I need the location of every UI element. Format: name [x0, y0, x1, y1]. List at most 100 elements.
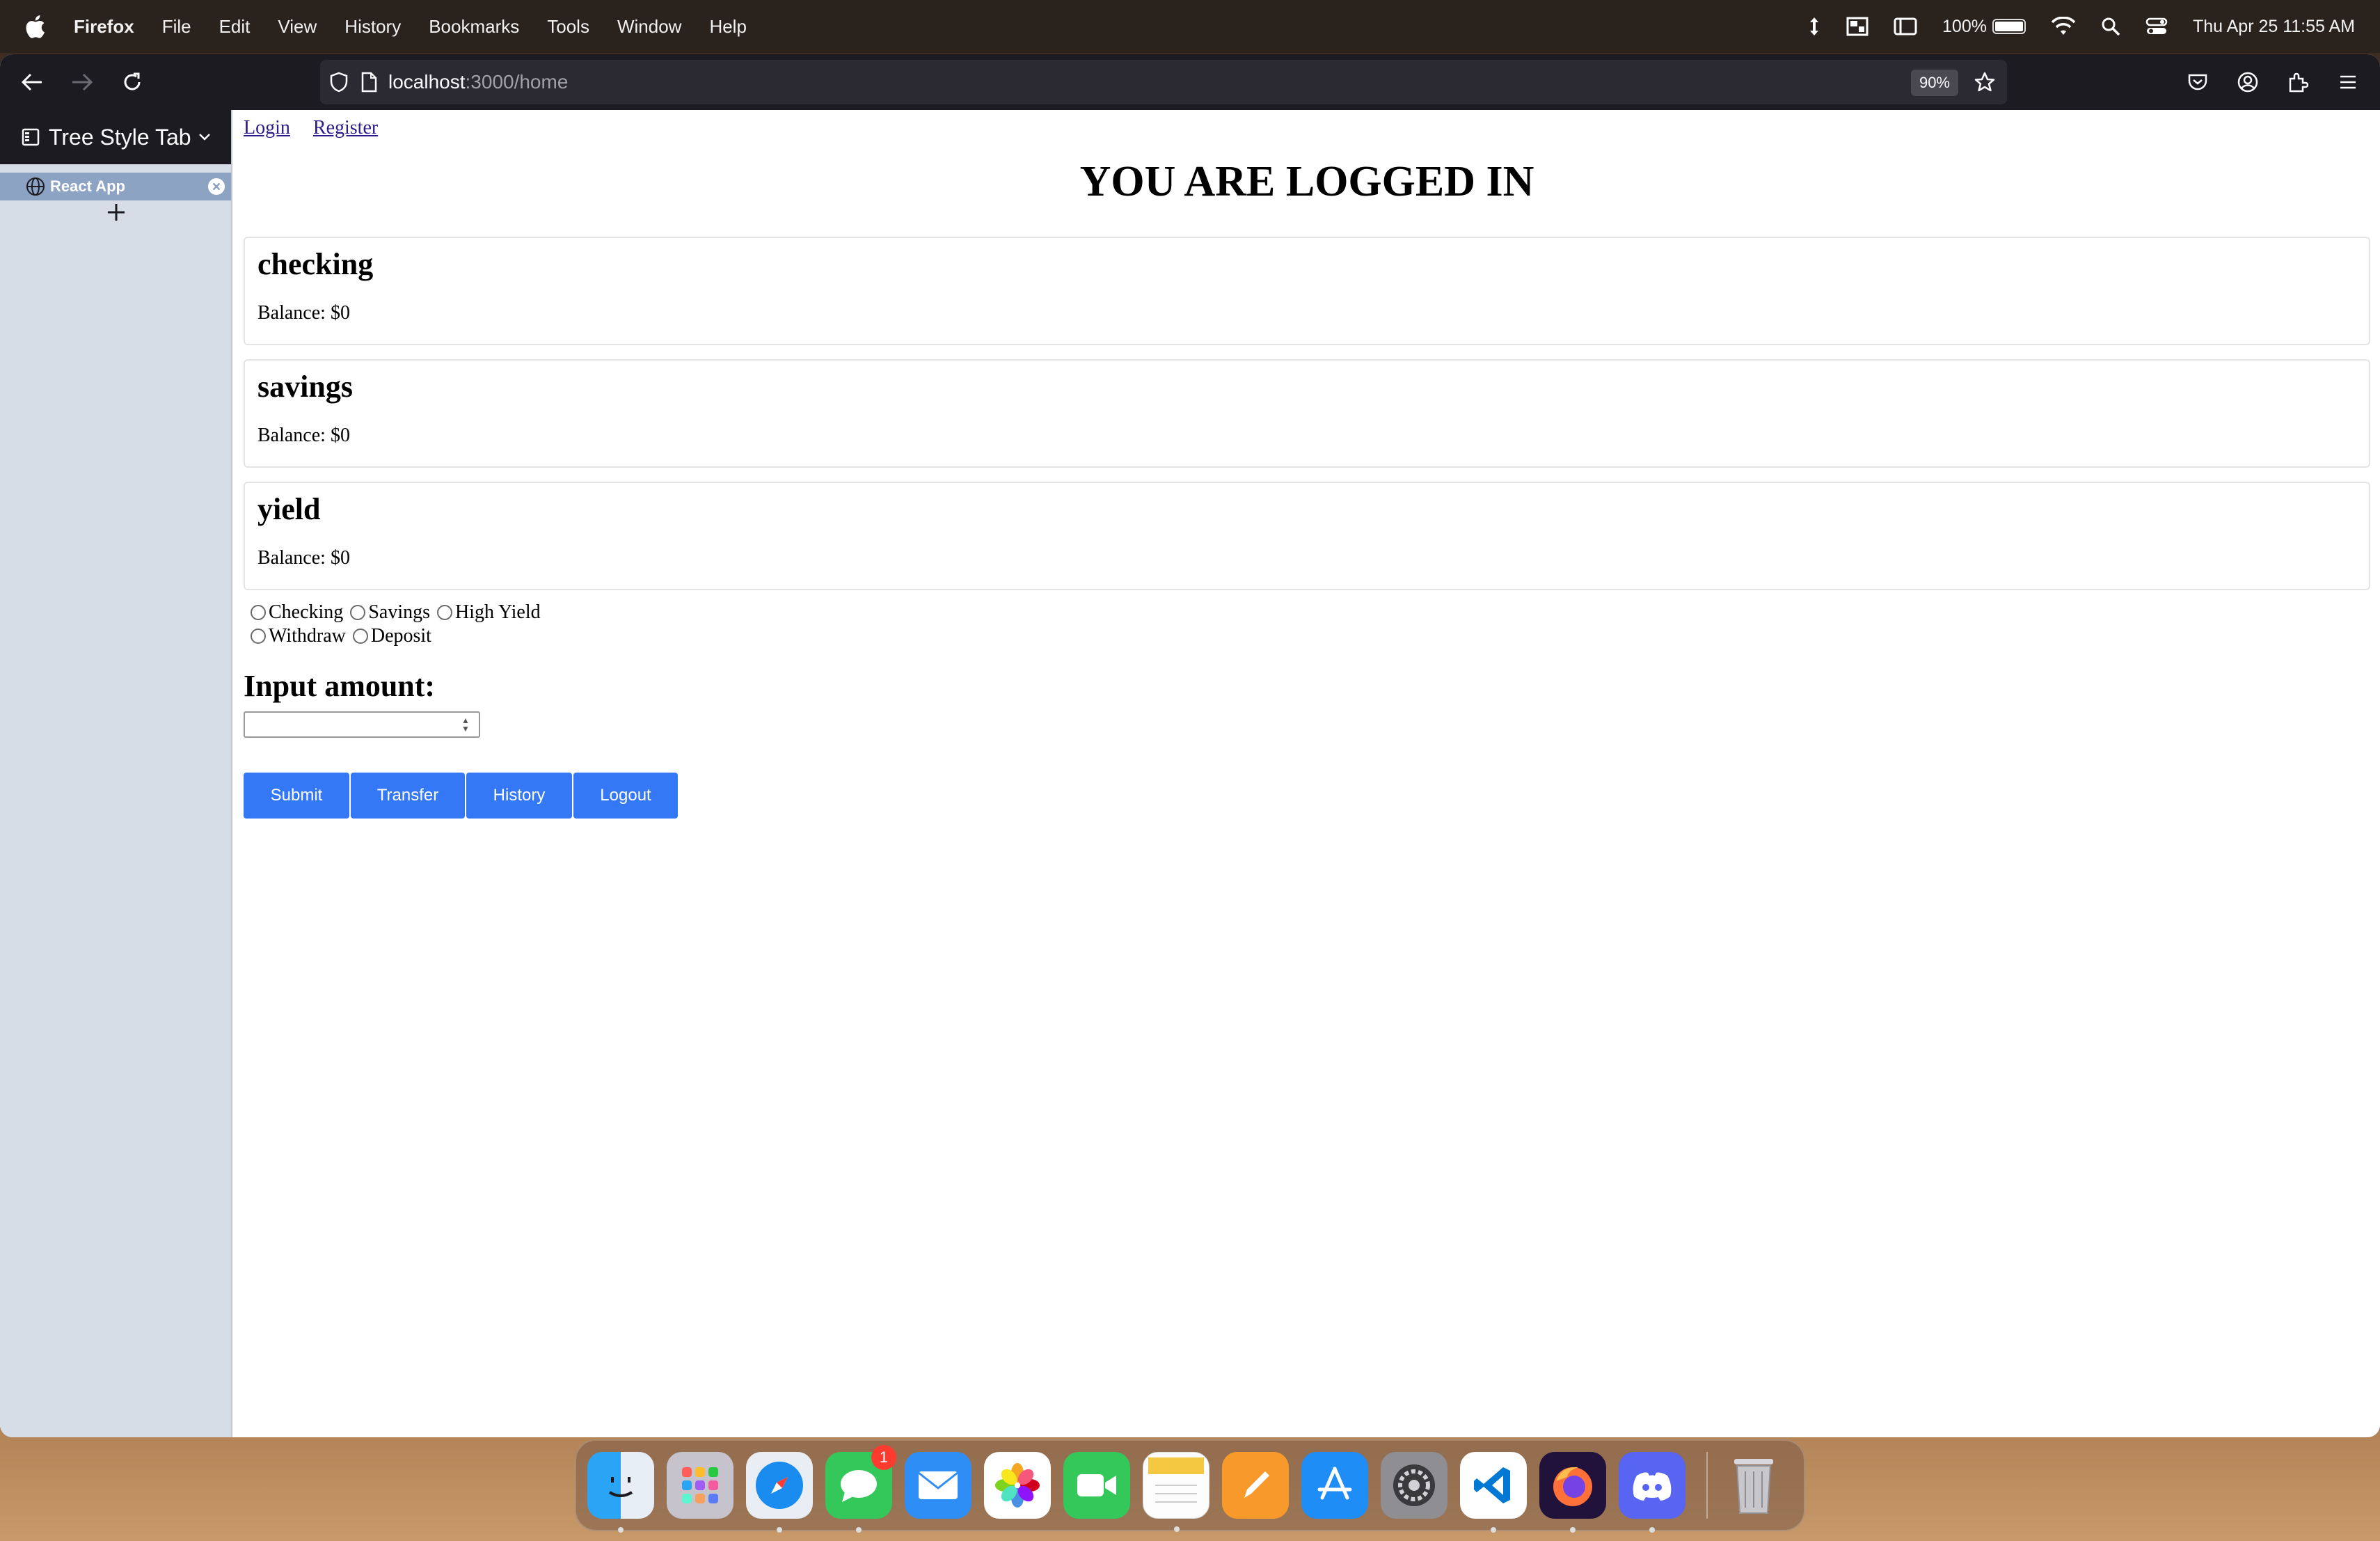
safari-icon[interactable]	[746, 1452, 813, 1533]
amount-stepper[interactable]: ▲ ▼	[455, 714, 476, 735]
discord-icon[interactable]	[1619, 1452, 1685, 1533]
account-card-checking: checking Balance: $0	[244, 237, 2370, 345]
sidebar-title: Tree Style Tab	[49, 124, 191, 150]
register-link[interactable]: Register	[313, 117, 378, 139]
trash-icon[interactable]	[1720, 1452, 1787, 1519]
launchpad-grid-icon	[682, 1467, 718, 1503]
wifi-icon[interactable]	[2051, 17, 2076, 36]
window-layout-icon[interactable]	[1846, 17, 1869, 36]
pages-icon[interactable]	[1222, 1452, 1289, 1519]
firefox-logo-icon	[1553, 1467, 1592, 1506]
history-button[interactable]: History	[466, 773, 572, 819]
finder-icon[interactable]	[587, 1452, 654, 1533]
macos-menubar: Firefox File Edit View History Bookmarks…	[0, 0, 2380, 53]
menu-app-name[interactable]: Firefox	[74, 16, 134, 38]
radio-label-deposit[interactable]: Deposit	[371, 625, 431, 647]
radio-checking[interactable]	[251, 605, 266, 620]
menu-file[interactable]: File	[162, 16, 191, 38]
zoom-level-badge[interactable]: 90%	[1910, 70, 1958, 96]
submit-button[interactable]: Submit	[244, 773, 349, 819]
system-settings-icon[interactable]	[1381, 1452, 1447, 1519]
running-indicator	[1491, 1527, 1496, 1533]
vscode-logo-icon	[1474, 1467, 1510, 1503]
tree-style-tab-sidebar: Tree Style Tab React App	[0, 110, 232, 1437]
sidebar-header[interactable]: Tree Style Tab	[0, 110, 231, 164]
pen-icon	[1244, 1471, 1269, 1498]
notepad-icon	[1148, 1457, 1204, 1503]
action-radio-group: Withdraw Deposit	[248, 625, 436, 647]
running-indicator	[777, 1527, 782, 1533]
close-tab-icon[interactable]	[207, 177, 225, 196]
amount-input[interactable]	[244, 711, 480, 738]
shield-icon[interactable]	[330, 72, 348, 93]
page-icon	[361, 72, 377, 93]
menu-window[interactable]: Window	[617, 16, 681, 38]
stepper-down-icon[interactable]: ▼	[461, 725, 470, 733]
compass-icon	[756, 1462, 803, 1509]
notes-icon[interactable]	[1143, 1452, 1209, 1532]
mail-icon[interactable]	[905, 1452, 971, 1519]
control-center-icon[interactable]	[2145, 17, 2168, 36]
running-indicator	[1649, 1527, 1655, 1533]
app-store-a-icon	[1317, 1467, 1352, 1500]
menu-edit[interactable]: Edit	[219, 16, 251, 38]
plus-icon	[108, 204, 125, 221]
sidebar-panel-icon	[22, 128, 40, 146]
globe-icon	[26, 177, 45, 196]
menu-bookmarks[interactable]: Bookmarks	[429, 16, 519, 38]
radio-savings[interactable]	[350, 605, 366, 620]
new-tab-button[interactable]	[106, 202, 231, 226]
menubar-clock[interactable]: Thu Apr 25 11:55 AM	[2193, 17, 2355, 37]
radio-label-checking[interactable]: Checking	[269, 601, 343, 624]
radio-label-savings[interactable]: Savings	[368, 601, 430, 624]
radio-deposit[interactable]	[352, 629, 368, 644]
radio-label-high-yield[interactable]: High Yield	[455, 601, 541, 624]
extensions-button[interactable]	[2273, 57, 2323, 107]
facetime-icon[interactable]	[1063, 1452, 1130, 1519]
spotlight-search-icon[interactable]	[2101, 17, 2120, 36]
account-card-yield: yield Balance: $0	[244, 482, 2370, 590]
radio-label-withdraw[interactable]: Withdraw	[269, 625, 346, 647]
battery-indicator[interactable]: 100%	[1942, 17, 2026, 37]
launchpad-icon[interactable]	[667, 1452, 733, 1519]
mouse-scroll-icon[interactable]	[1807, 16, 1821, 37]
photos-icon[interactable]	[984, 1452, 1051, 1519]
transfer-button[interactable]: Transfer	[351, 773, 465, 819]
logout-button[interactable]: Logout	[573, 773, 678, 819]
account-balance: Balance: $0	[257, 547, 350, 569]
account-button[interactable]	[2223, 57, 2273, 107]
radio-high-yield[interactable]	[437, 605, 452, 620]
apple-menu-icon[interactable]	[25, 13, 49, 40]
account-name: savings	[257, 370, 353, 404]
reload-button[interactable]	[107, 57, 157, 107]
sidebar-tab-react-app[interactable]: React App	[0, 173, 231, 200]
login-link[interactable]: Login	[244, 117, 290, 139]
app-menu-button[interactable]	[2323, 57, 2373, 107]
app-store-icon[interactable]	[1301, 1452, 1368, 1519]
url-host: localhost	[388, 71, 466, 93]
pocket-button[interactable]	[2173, 57, 2223, 107]
menu-view[interactable]: View	[278, 16, 317, 38]
trash-can-icon	[1734, 1459, 1773, 1514]
notification-badge: 1	[871, 1445, 896, 1470]
menu-history[interactable]: History	[344, 16, 401, 38]
bookmark-star-icon[interactable]	[1974, 71, 1996, 93]
forward-button[interactable]	[57, 57, 107, 107]
toolbar-right-icons	[2173, 57, 2373, 107]
chevron-down-icon[interactable]	[198, 133, 211, 141]
url-bar[interactable]: localhost:3000/home 90%	[320, 60, 2007, 104]
url-text[interactable]: localhost:3000/home	[388, 71, 568, 93]
arrow-left-icon	[21, 73, 42, 91]
radio-withdraw[interactable]	[251, 629, 266, 644]
messages-icon[interactable]: 1	[825, 1445, 896, 1533]
vscode-icon[interactable]	[1460, 1452, 1527, 1533]
firefox-icon[interactable]	[1539, 1452, 1606, 1533]
account-card-savings: savings Balance: $0	[244, 359, 2370, 468]
menu-tools[interactable]: Tools	[547, 16, 589, 38]
firefox-window: localhost:3000/home 90% Tree Style Tab R…	[0, 54, 2380, 1437]
video-camera-icon	[1077, 1474, 1116, 1496]
menu-help[interactable]: Help	[709, 16, 746, 38]
back-button[interactable]	[7, 57, 57, 107]
photos-flower-icon	[995, 1463, 1040, 1508]
sidebar-toggle-icon[interactable]	[1894, 17, 1917, 35]
